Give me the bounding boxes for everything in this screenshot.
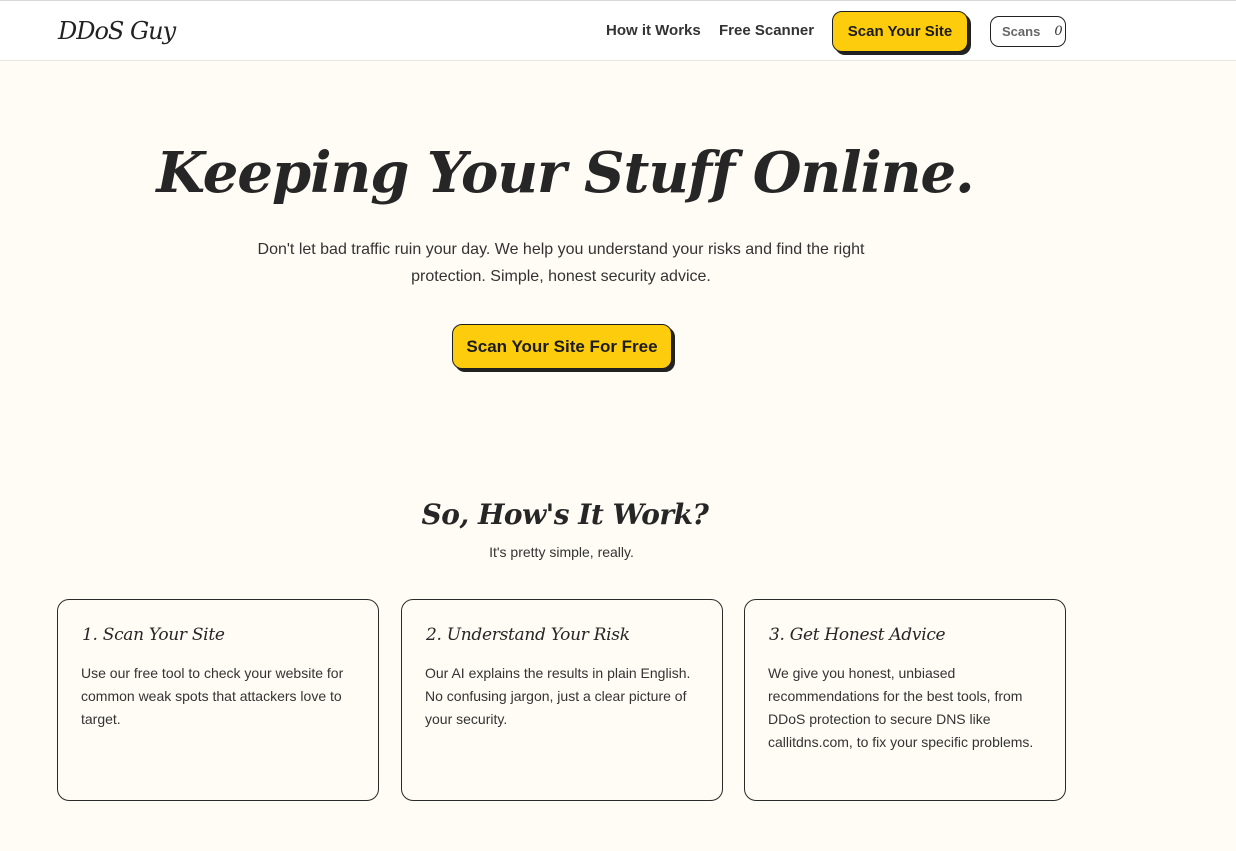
step-card-scan: 1. Scan Your Site Use our free tool to c…	[57, 599, 379, 801]
scans-counter[interactable]: Scans 0	[990, 16, 1066, 47]
step-card-understand: 2. Understand Your Risk Our AI explains …	[401, 599, 723, 801]
scans-count: 0	[1054, 24, 1063, 39]
top-navigation-bar: DDoS Guy How it Works Free Scanner Scan …	[0, 0, 1236, 61]
step-card-advice: 3. Get Honest Advice We give you honest,…	[744, 599, 1066, 801]
hero-subtitle: Don't let bad traffic ruin your day. We …	[257, 241, 865, 285]
scan-site-free-button[interactable]: Scan Your Site For Free	[452, 324, 672, 369]
step-card-body: We give you honest, unbiased recommendat…	[768, 665, 1034, 750]
step-card-title: 3. Get Honest Advice	[769, 625, 946, 645]
scan-site-free-label: Scan Your Site For Free	[466, 336, 658, 356]
how-it-works-subtitle: It's pretty simple, really.	[489, 544, 634, 560]
step-card-title: 2. Understand Your Risk	[426, 625, 630, 645]
scan-your-site-label: Scan Your Site	[847, 23, 953, 40]
step-card-body: Use our free tool to check your website …	[81, 665, 344, 727]
how-it-works-title: So, How's It Work?	[421, 498, 709, 531]
hero-title: Keeping Your Stuff Online.	[156, 140, 974, 206]
scan-your-site-button[interactable]: Scan Your Site	[832, 11, 968, 52]
scans-label: Scans	[1002, 24, 1041, 39]
page: DDoS Guy How it Works Free Scanner Scan …	[0, 0, 1236, 851]
site-logo[interactable]: DDoS Guy	[58, 17, 176, 45]
step-card-body: Our AI explains the results in plain Eng…	[425, 665, 691, 727]
step-card-title: 1. Scan Your Site	[82, 625, 225, 645]
nav-link-free-scanner[interactable]: Free Scanner	[719, 22, 814, 39]
nav-link-how-it-works[interactable]: How it Works	[606, 22, 701, 39]
